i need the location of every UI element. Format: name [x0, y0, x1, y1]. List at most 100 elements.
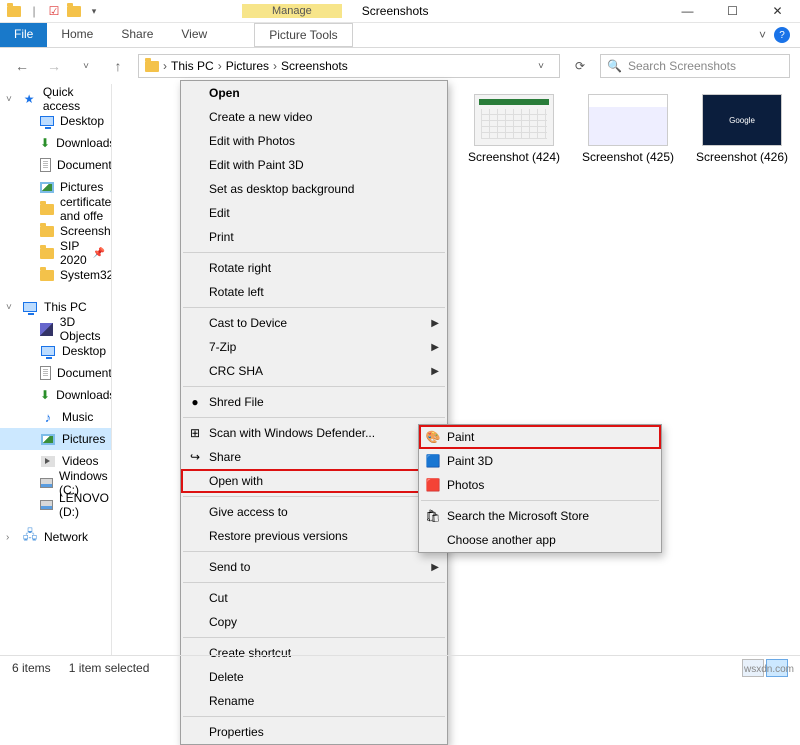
- menu-item-label: Paint: [447, 430, 474, 444]
- tab-picture-tools[interactable]: Picture Tools: [254, 23, 352, 47]
- nav-item-label: 3D Objects: [60, 315, 111, 343]
- nav-item[interactable]: certificates and offe 📌: [0, 198, 111, 220]
- menu-item[interactable]: Edit with Photos: [181, 129, 447, 153]
- minimize-button[interactable]: —: [665, 0, 710, 23]
- help-icon[interactable]: ?: [774, 27, 790, 43]
- tab-file[interactable]: File: [0, 23, 47, 47]
- item-count: 6 items: [12, 661, 51, 675]
- window-title: Screenshots: [362, 4, 429, 18]
- menu-item-label: Set as desktop background: [209, 182, 354, 196]
- nav-item[interactable]: Screenshots 📌: [0, 220, 111, 242]
- menu-item[interactable]: Restore previous versions: [181, 524, 447, 548]
- tab-home[interactable]: Home: [47, 23, 107, 47]
- address-box[interactable]: › This PC › Pictures › Screenshots ˅: [138, 54, 560, 78]
- contextual-tab-header: Manage: [242, 4, 342, 18]
- nav-network[interactable]: › 🖧 Network: [0, 526, 111, 548]
- crumb[interactable]: Pictures: [226, 59, 269, 73]
- nav-item[interactable]: Pictures: [0, 428, 111, 450]
- menu-item[interactable]: Give access to ▶: [181, 500, 447, 524]
- nav-item[interactable]: Documents: [0, 362, 111, 384]
- menu-item[interactable]: Edit with Paint 3D: [181, 153, 447, 177]
- pc-icon: [22, 299, 38, 315]
- menu-item[interactable]: 🎨 Paint: [419, 425, 661, 449]
- search-input[interactable]: 🔍 Search Screenshots: [600, 54, 790, 78]
- maximize-button[interactable]: ☐: [710, 0, 755, 23]
- open-with-submenu[interactable]: 🎨 Paint 🟦 Paint 3D 🟥 Photos 🛍 Search the…: [418, 424, 662, 553]
- menu-item[interactable]: Create a new video: [181, 105, 447, 129]
- menu-item-label: Open with: [209, 474, 263, 488]
- forward-button[interactable]: →: [42, 54, 66, 78]
- crumb[interactable]: This PC: [171, 59, 214, 73]
- file-item[interactable]: Screenshot (425): [580, 94, 676, 164]
- menu-item[interactable]: ↪ Share: [181, 445, 447, 469]
- nav-item[interactable]: SIP 2020 📌: [0, 242, 111, 264]
- title-bar: | ☑ ▾ Manage Screenshots — ☐ ✕: [0, 0, 800, 23]
- nav-item[interactable]: ⬇ Downloads 📌: [0, 132, 111, 154]
- nav-item-label: Pictures: [60, 180, 103, 194]
- download-icon: ⬇: [40, 387, 50, 403]
- menu-item-icon: 🛍: [425, 508, 441, 524]
- nav-quick-access[interactable]: ˅ ★ Quick access: [0, 88, 111, 110]
- watermark: wsxdn.com: [744, 664, 794, 675]
- menu-item[interactable]: Cast to Device ▶: [181, 311, 447, 335]
- folder-icon: [145, 61, 159, 72]
- disk-icon: [40, 475, 53, 491]
- refresh-button[interactable]: ⟳: [568, 54, 592, 78]
- menu-item[interactable]: 🛍 Search the Microsoft Store: [419, 504, 661, 528]
- menu-item[interactable]: Rotate right: [181, 256, 447, 280]
- history-dropdown-icon[interactable]: ˅: [529, 54, 553, 78]
- menu-item[interactable]: 7-Zip ▶: [181, 335, 447, 359]
- menu-item[interactable]: Rotate left: [181, 280, 447, 304]
- qat-dropdown-icon[interactable]: ▾: [86, 3, 102, 19]
- menu-item[interactable]: Open with ▶: [181, 469, 447, 493]
- selection-count: 1 item selected: [69, 661, 150, 675]
- menu-item[interactable]: Copy: [181, 610, 447, 634]
- file-item[interactable]: Screenshot (426): [694, 94, 790, 164]
- nav-item[interactable]: System32 📌: [0, 264, 111, 286]
- qat-sep-icon: |: [26, 3, 42, 19]
- nav-item-label: System32: [60, 268, 112, 282]
- file-label: Screenshot (426): [696, 150, 788, 164]
- menu-item[interactable]: Send to ▶: [181, 555, 447, 579]
- menu-item[interactable]: Print: [181, 225, 447, 249]
- file-item[interactable]: Screenshot (424): [466, 94, 562, 164]
- menu-item[interactable]: Choose another app: [419, 528, 661, 552]
- menu-item[interactable]: Edit: [181, 201, 447, 225]
- navigation-pane[interactable]: ˅ ★ Quick access Desktop 📌 ⬇ Downloads 📌…: [0, 84, 112, 655]
- nav-item[interactable]: LENOVO (D:): [0, 494, 111, 516]
- thumbnail: [588, 94, 668, 146]
- nav-item[interactable]: ♪ Music: [0, 406, 111, 428]
- crumb[interactable]: Screenshots: [281, 59, 348, 73]
- menu-item[interactable]: Properties: [181, 720, 447, 744]
- nav-item[interactable]: ⬇ Downloads: [0, 384, 111, 406]
- picture-icon: [40, 431, 56, 447]
- nav-item[interactable]: Desktop: [0, 340, 111, 362]
- tab-view[interactable]: View: [167, 23, 221, 47]
- up-button[interactable]: ↑: [106, 54, 130, 78]
- folder-icon[interactable]: [66, 3, 82, 19]
- back-button[interactable]: ←: [10, 54, 34, 78]
- menu-item[interactable]: ● Shred File: [181, 390, 447, 414]
- recent-dropdown-icon[interactable]: ˅: [74, 54, 98, 78]
- checkbox-icon[interactable]: ☑: [46, 3, 62, 19]
- menu-item[interactable]: ⊞ Scan with Windows Defender...: [181, 421, 447, 445]
- menu-item-label: Edit: [209, 206, 230, 220]
- menu-item[interactable]: Cut: [181, 586, 447, 610]
- menu-item[interactable]: Open: [181, 81, 447, 105]
- menu-item[interactable]: 🟥 Photos: [419, 473, 661, 497]
- close-button[interactable]: ✕: [755, 0, 800, 23]
- ribbon-chevron-icon[interactable]: ˅: [759, 28, 766, 42]
- menu-item[interactable]: Rename: [181, 689, 447, 713]
- nav-item[interactable]: 3D Objects: [0, 318, 111, 340]
- nav-item-label: Downloads: [56, 136, 112, 150]
- menu-item[interactable]: 🟦 Paint 3D: [419, 449, 661, 473]
- 3d-icon: [40, 321, 54, 337]
- menu-item[interactable]: Set as desktop background: [181, 177, 447, 201]
- menu-item[interactable]: CRC SHA ▶: [181, 359, 447, 383]
- menu-item-label: Share: [209, 450, 241, 464]
- document-icon: [40, 157, 51, 173]
- nav-item[interactable]: Documents 📌: [0, 154, 111, 176]
- context-menu[interactable]: Open Create a new video Edit with Photos…: [180, 80, 448, 745]
- nav-item[interactable]: Desktop 📌: [0, 110, 111, 132]
- tab-share[interactable]: Share: [107, 23, 167, 47]
